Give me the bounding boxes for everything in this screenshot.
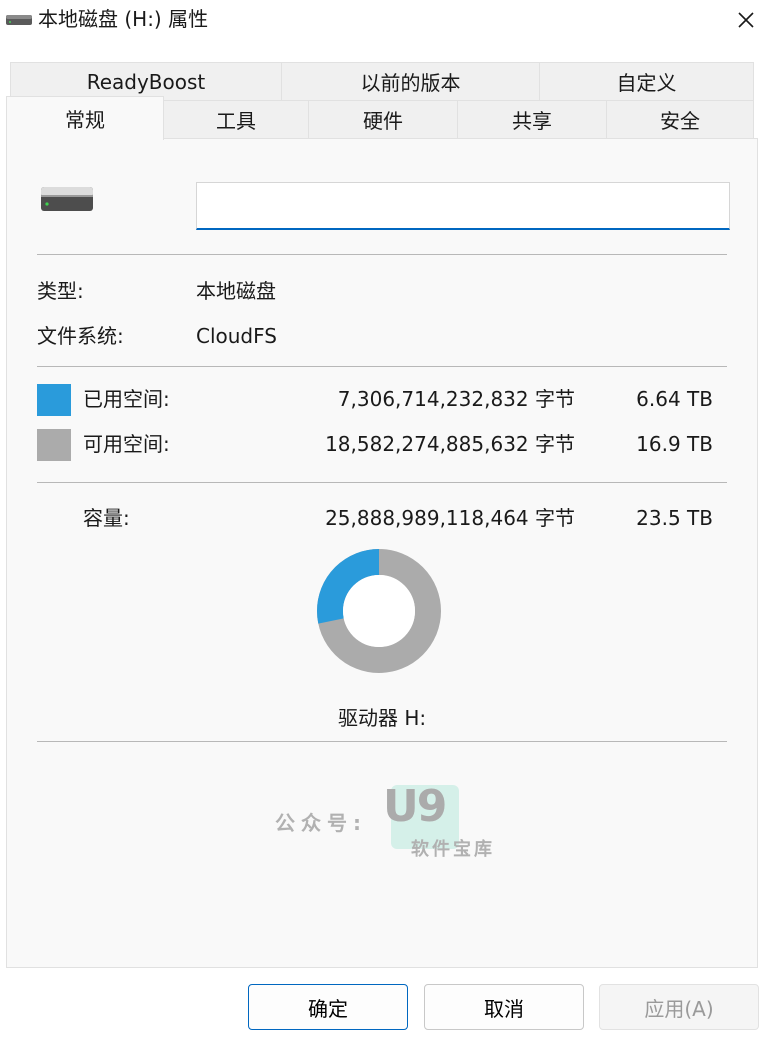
tab-readyboost[interactable]: ReadyBoost: [10, 62, 282, 100]
free-space-swatch: [37, 429, 71, 461]
used-space-size: 6.64 TB: [636, 387, 713, 411]
watermark-subtitle: 软件宝库: [411, 839, 495, 860]
window-title: 本地磁盘 (H:) 属性: [38, 7, 209, 31]
apply-button[interactable]: 应用(A): [599, 984, 759, 1030]
free-space-size: 16.9 TB: [636, 432, 713, 456]
type-value: 本地磁盘: [196, 279, 276, 303]
general-panel: 类型: 本地磁盘 文件系统: CloudFS 已用空间: 7,306,714,2…: [6, 138, 758, 968]
tab-label: 共享: [512, 109, 552, 133]
tab-label: 以前的版本: [360, 71, 461, 95]
divider: [37, 254, 727, 255]
hard-drive-icon: [41, 187, 93, 211]
used-space-swatch: [37, 384, 71, 416]
free-space-label: 可用空间:: [83, 432, 170, 456]
tab-hardware[interactable]: 硬件: [308, 100, 458, 138]
watermark-logo: U9: [383, 781, 447, 832]
drive-letter-label: 驱动器 H:: [338, 706, 427, 730]
tab-customize[interactable]: 自定义: [539, 62, 754, 100]
divider: [37, 482, 727, 483]
used-space-bytes: 7,306,714,232,832 字节: [337, 387, 575, 411]
donut-hole: [343, 575, 415, 647]
close-icon: [738, 12, 754, 28]
capacity-bytes: 25,888,989,118,464 字节: [325, 506, 575, 530]
tab-sharing[interactable]: 共享: [457, 100, 607, 138]
title-bar: 本地磁盘 (H:) 属性: [0, 0, 770, 40]
watermark-prefix: 公众号:: [275, 811, 367, 835]
drive-name-input[interactable]: [196, 182, 730, 230]
drive-icon: [6, 15, 32, 25]
tab-label: 自定义: [616, 71, 677, 95]
filesystem-value: CloudFS: [196, 324, 277, 348]
tab-label: 硬件: [363, 109, 403, 133]
divider: [37, 366, 727, 367]
watermark: 公众号: U9 软件宝库: [275, 781, 515, 865]
capacity-label: 容量:: [83, 506, 130, 530]
tab-security[interactable]: 安全: [606, 100, 754, 138]
tab-row-top: ReadyBoost 以前的版本 自定义: [10, 62, 754, 100]
close-button[interactable]: [726, 2, 766, 38]
tab-label: 工具: [216, 109, 256, 133]
free-space-bytes: 18,582,274,885,632 字节: [325, 432, 575, 456]
divider: [37, 741, 727, 742]
tab-label: 安全: [660, 109, 700, 133]
tab-previous-versions[interactable]: 以前的版本: [281, 62, 540, 100]
filesystem-label: 文件系统:: [37, 324, 124, 348]
tab-general[interactable]: 常规: [6, 96, 164, 140]
used-space-label: 已用空间:: [83, 387, 170, 411]
capacity-size: 23.5 TB: [636, 506, 713, 530]
usage-donut-chart: [317, 549, 441, 673]
tab-label: ReadyBoost: [86, 69, 206, 94]
tab-label: 常规: [65, 108, 105, 132]
type-label: 类型:: [37, 279, 84, 303]
cancel-button[interactable]: 取消: [424, 984, 584, 1030]
ok-button[interactable]: 确定: [248, 984, 408, 1030]
tab-row-bottom: 工具 硬件 共享 安全: [163, 100, 754, 138]
tab-tools[interactable]: 工具: [163, 100, 309, 138]
